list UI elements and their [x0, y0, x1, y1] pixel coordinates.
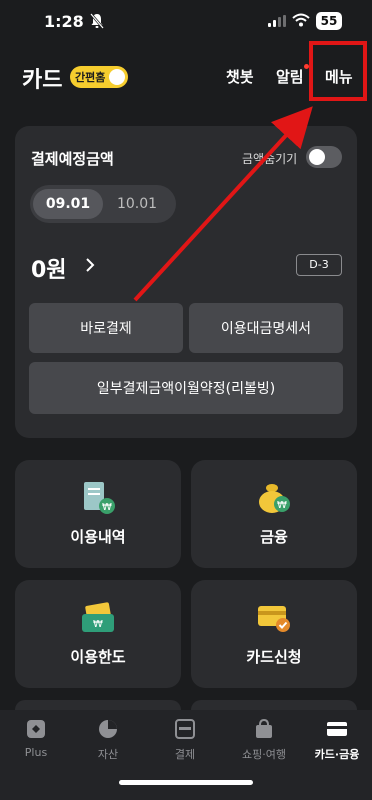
payment-summary-card: 결제예정금액 금액숨기기 09.01 10.01 0원 D-3 바로결제 이용대… [15, 126, 357, 438]
card-check-icon [258, 606, 290, 632]
shopping-bag-icon [256, 718, 272, 738]
chatbot-link[interactable]: 챗봇 [226, 66, 254, 87]
nav-tab-label: 카드·금융 [314, 748, 360, 761]
wifi-icon [292, 13, 310, 27]
payment-date-selector: 09.01 10.01 [30, 185, 176, 223]
nav-tab-pay[interactable]: 결제 [155, 718, 215, 762]
statement-button[interactable]: 이용대금명세서 [189, 303, 343, 353]
svg-text:₩: ₩ [277, 500, 287, 511]
alarm-link[interactable]: 알림 [276, 66, 304, 87]
bottom-navigation: Plus 자산 결제 쇼핑·여행 카드·금융 [0, 710, 372, 800]
battery-indicator: 55 [316, 12, 342, 30]
receipt-won-icon: ₩ [84, 482, 115, 514]
wallet-card-icon: ₩ [82, 602, 114, 632]
date-option[interactable]: 10.01 [102, 189, 172, 219]
toggle-knob [109, 69, 125, 85]
usage-history-tile[interactable]: ₩ 이용내역 [15, 460, 181, 568]
nav-tab-plus[interactable]: Plus [6, 718, 66, 759]
usage-limit-tile[interactable]: ₩ 이용한도 [15, 580, 181, 688]
svg-text:₩: ₩ [102, 502, 112, 513]
revolving-button[interactable]: 일부결제금액이월약정(리볼빙) [29, 362, 343, 414]
hide-amount-label: 금액숨기기 [242, 152, 298, 166]
finance-tile[interactable]: ₩ 금융 [191, 460, 357, 568]
date-option-selected[interactable]: 09.01 [33, 189, 103, 219]
simple-home-toggle[interactable]: 간편홈 [70, 66, 128, 88]
tile-label: 카드신청 [246, 648, 302, 666]
nav-tab-label: 결제 [174, 748, 196, 761]
tile-label: 이용한도 [70, 648, 126, 666]
status-time: 1:28 [44, 12, 84, 31]
status-bar: 1:28 55 [0, 0, 372, 44]
simple-home-label: 간편홈 [75, 71, 106, 84]
card-apply-tile[interactable]: 카드신청 [191, 580, 357, 688]
card-icon [327, 722, 347, 736]
nav-tab-asset[interactable]: 자산 [78, 718, 138, 762]
pay-now-button[interactable]: 바로결제 [29, 303, 183, 353]
page-title: 카드 [22, 68, 63, 93]
nav-tab-label: 쇼핑·여행 [242, 748, 286, 761]
payment-amount[interactable]: 0원 [31, 252, 67, 284]
payment-title: 결제예정금액 [31, 150, 114, 168]
chevron-right-icon[interactable] [85, 258, 95, 272]
svg-text:₩: ₩ [93, 619, 103, 630]
money-bag-icon: ₩ [259, 484, 290, 513]
home-indicator [119, 780, 253, 785]
nav-tab-card[interactable]: 카드·금융 [304, 718, 370, 762]
tile-label: 이용내역 [70, 528, 126, 546]
scan-pay-icon [175, 719, 195, 739]
pie-chart-icon [99, 720, 117, 738]
hide-amount-toggle[interactable] [306, 146, 342, 168]
nav-tab-label: 자산 [97, 748, 119, 761]
cellular-signal-icon [268, 15, 286, 27]
nav-tab-label: Plus [24, 746, 48, 759]
nav-tab-shopping[interactable]: 쇼핑·여행 [225, 718, 303, 762]
menu-highlight-box [309, 41, 367, 101]
dday-badge: D-3 [296, 254, 342, 276]
plus-tab-icon [27, 720, 45, 738]
bell-muted-icon [90, 13, 104, 29]
toggle-knob [309, 149, 325, 165]
tile-label: 금융 [260, 528, 288, 546]
